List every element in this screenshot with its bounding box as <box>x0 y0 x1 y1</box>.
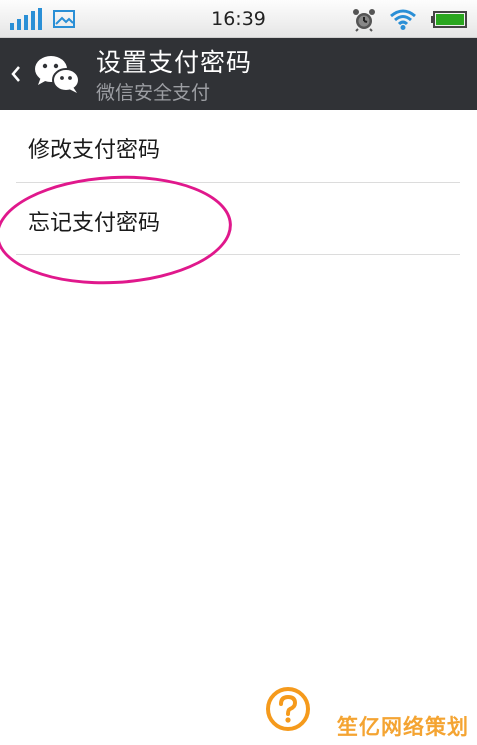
watermark: 笙亿网络策划 <box>337 715 469 739</box>
page-title: 设置支付密码 <box>96 48 253 77</box>
chevron-left-icon[interactable] <box>11 65 21 83</box>
action-bar: 设置支付密码 微信安全支付 <box>0 38 477 110</box>
menu-item-change-password[interactable]: 修改支付密码 <box>0 110 477 182</box>
status-bar: 16:39 <box>0 0 477 38</box>
menu-item-forgot-password[interactable]: 忘记支付密码 <box>0 183 477 255</box>
wechat-icon[interactable] <box>33 53 81 95</box>
divider <box>16 254 460 255</box>
menu-item-label: 修改支付密码 <box>28 138 161 163</box>
page-subtitle: 微信安全支付 <box>96 82 211 104</box>
question-circle-icon[interactable] <box>265 686 311 732</box>
alarm-icon <box>353 9 375 32</box>
menu-item-label: 忘记支付密码 <box>28 211 161 236</box>
battery-icon <box>431 11 467 28</box>
wifi-icon <box>390 9 416 30</box>
